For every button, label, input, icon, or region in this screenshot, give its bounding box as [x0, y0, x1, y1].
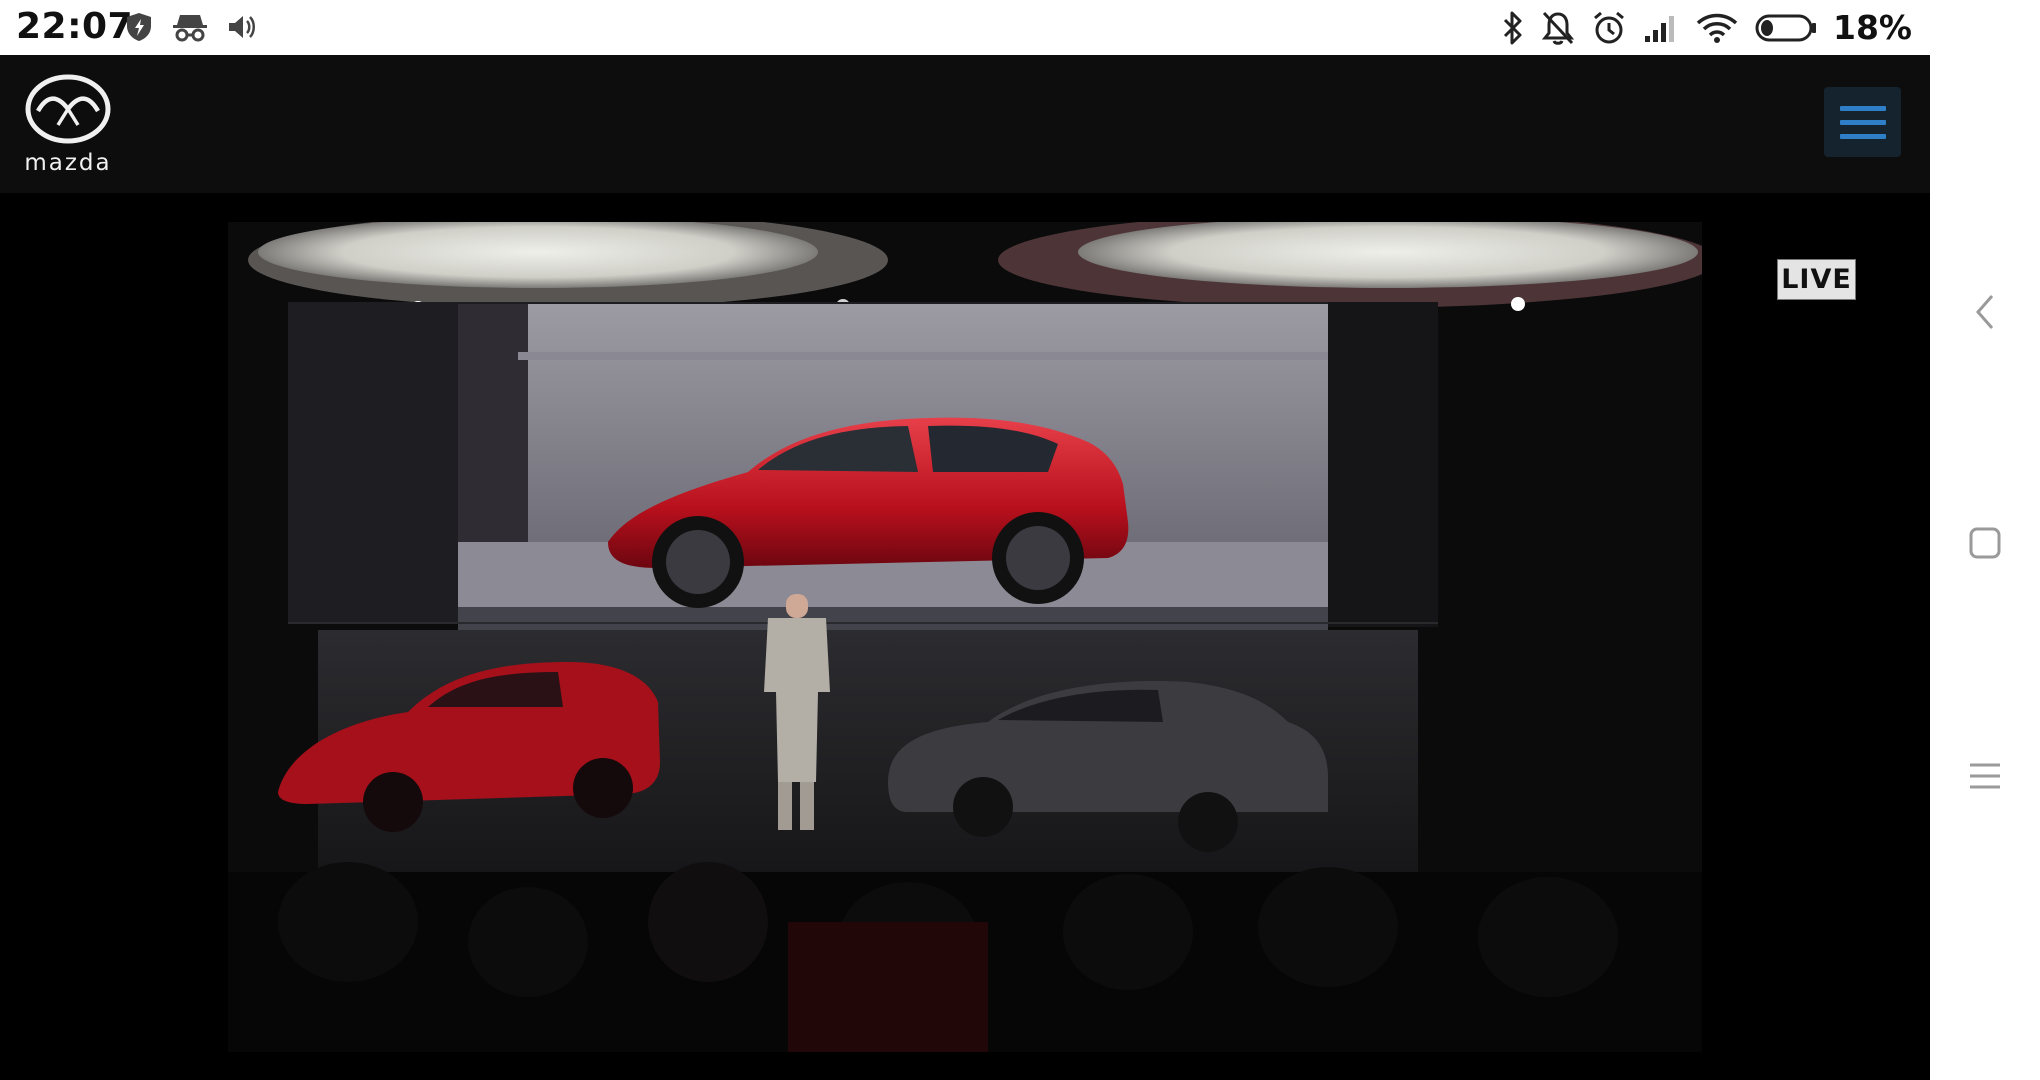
live-video-player[interactable] — [228, 222, 1702, 1052]
battery-percent: 18% — [1833, 8, 1912, 47]
live-badge: LIVE — [1777, 259, 1856, 300]
battery-icon — [1755, 14, 1816, 41]
phone-screen: 22:07 18% mazda LIVE — [0, 0, 1930, 1080]
home-icon — [1969, 527, 2001, 559]
video-frame-image — [228, 222, 1702, 1052]
status-bar: 22:07 18% — [0, 0, 1930, 55]
logo-wordmark: mazda — [24, 150, 112, 176]
incognito-icon — [173, 15, 207, 42]
menu-line — [1839, 105, 1886, 111]
signal-icon — [1645, 15, 1674, 42]
alarm-icon — [1594, 11, 1624, 43]
status-time: 22:07 — [16, 6, 134, 47]
volume-icon — [229, 16, 255, 38]
hamburger-menu-button[interactable] — [1824, 87, 1901, 157]
mazda-logo[interactable]: mazda — [18, 73, 118, 178]
wifi-icon — [1696, 13, 1738, 43]
status-icons-right: 18% — [1501, 8, 1912, 47]
shield-icon — [127, 13, 151, 41]
bluetooth-icon — [1503, 11, 1522, 44]
back-icon — [1976, 295, 1994, 329]
recents-button[interactable] — [1960, 751, 2010, 801]
site-header: mazda — [0, 55, 1930, 193]
mazda-emblem-icon — [25, 74, 111, 144]
home-button[interactable] — [1960, 518, 2010, 568]
menu-line — [1839, 119, 1886, 125]
recents-icon — [1970, 763, 2000, 789]
menu-line — [1839, 133, 1886, 139]
back-button[interactable] — [1960, 287, 2010, 337]
notifications-off-icon — [1541, 11, 1575, 45]
system-nav-bar — [1930, 0, 2040, 1080]
status-icons-left — [124, 11, 256, 43]
